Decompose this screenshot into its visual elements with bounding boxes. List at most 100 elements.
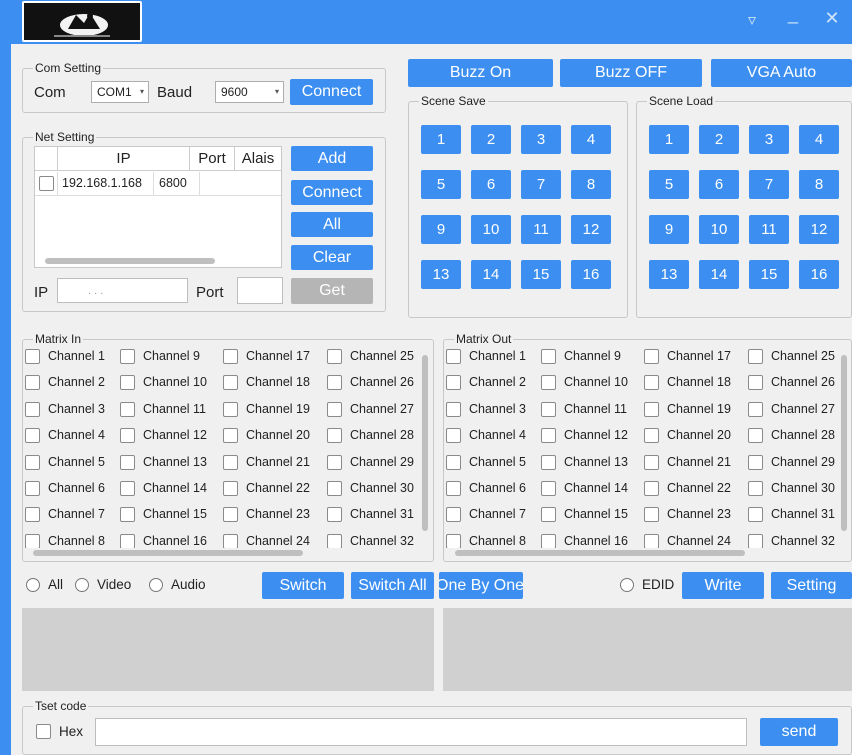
com-connect-button[interactable]: Connect: [290, 79, 373, 105]
matrix-out-channel-checkbox[interactable]: [541, 507, 556, 523]
scene-save-button-6[interactable]: 6: [471, 170, 511, 199]
scene-load-button-12[interactable]: 12: [799, 215, 839, 244]
scene-save-button-14[interactable]: 14: [471, 260, 511, 289]
scene-load-button-6[interactable]: 6: [699, 170, 739, 199]
dropdown-icon[interactable]: ▿: [737, 10, 767, 30]
matrix-out-channel-checkbox[interactable]: [748, 401, 763, 417]
scene-load-button-13[interactable]: 13: [649, 260, 689, 289]
scene-load-button-8[interactable]: 8: [799, 170, 839, 199]
matrix-out-channel-checkbox[interactable]: [541, 428, 556, 444]
test-code-input[interactable]: [95, 718, 747, 746]
matrix-in-channel-checkbox[interactable]: [327, 533, 342, 548]
scene-load-button-9[interactable]: 9: [649, 215, 689, 244]
net-connect-button[interactable]: Connect: [291, 180, 373, 205]
matrix-in-channel-checkbox[interactable]: [223, 533, 238, 548]
matrix-in-channel-checkbox[interactable]: [25, 481, 40, 496]
matrix-in-channel-checkbox[interactable]: [25, 401, 40, 417]
matrix-in-channel-checkbox[interactable]: [327, 349, 342, 364]
matrix-out-channel-checkbox[interactable]: [644, 454, 659, 470]
scene-save-button-12[interactable]: 12: [571, 215, 611, 244]
matrix-in-channel-checkbox[interactable]: [327, 507, 342, 523]
write-button[interactable]: Write: [682, 572, 764, 599]
scene-save-button-1[interactable]: 1: [421, 125, 461, 154]
matrix-out-channel-checkbox[interactable]: [748, 481, 763, 496]
matrix-out-channel-checkbox[interactable]: [748, 533, 763, 548]
matrix-out-channel-checkbox[interactable]: [644, 428, 659, 444]
scene-save-button-5[interactable]: 5: [421, 170, 461, 199]
scene-save-button-16[interactable]: 16: [571, 260, 611, 289]
matrix-out-channel-checkbox[interactable]: [748, 428, 763, 444]
radio-video[interactable]: [75, 578, 89, 592]
hex-checkbox[interactable]: [36, 724, 51, 739]
scene-save-button-15[interactable]: 15: [521, 260, 561, 289]
net-get-button[interactable]: Get: [291, 278, 373, 304]
matrix-in-channel-checkbox[interactable]: [120, 428, 135, 444]
matrix-out-channel-checkbox[interactable]: [446, 401, 461, 417]
row-checkbox[interactable]: [39, 176, 54, 191]
matrix-in-channel-checkbox[interactable]: [25, 375, 40, 391]
matrix-out-channel-checkbox[interactable]: [541, 349, 556, 364]
scene-save-button-8[interactable]: 8: [571, 170, 611, 199]
scene-load-button-11[interactable]: 11: [749, 215, 789, 244]
radio-audio[interactable]: [149, 578, 163, 592]
scene-save-button-2[interactable]: 2: [471, 125, 511, 154]
matrix-in-channel-checkbox[interactable]: [120, 454, 135, 470]
com-port-select[interactable]: COM1 ▾: [91, 81, 149, 103]
matrix-in-channel-checkbox[interactable]: [120, 401, 135, 417]
scene-load-button-2[interactable]: 2: [699, 125, 739, 154]
matrix-out-channel-checkbox[interactable]: [541, 454, 556, 470]
switch-button[interactable]: Switch: [262, 572, 344, 599]
scene-load-button-4[interactable]: 4: [799, 125, 839, 154]
matrix-in-channel-checkbox[interactable]: [327, 428, 342, 444]
matrix-out-vscrollbar[interactable]: [841, 355, 847, 531]
matrix-in-channel-checkbox[interactable]: [120, 481, 135, 496]
matrix-in-channel-checkbox[interactable]: [223, 401, 238, 417]
matrix-out-channel-checkbox[interactable]: [748, 507, 763, 523]
matrix-in-channel-checkbox[interactable]: [25, 454, 40, 470]
radio-all[interactable]: [26, 578, 40, 592]
scene-save-button-9[interactable]: 9: [421, 215, 461, 244]
net-table-hscrollbar[interactable]: [45, 258, 215, 264]
buzz-on-button[interactable]: Buzz On: [408, 59, 553, 87]
matrix-in-channel-checkbox[interactable]: [120, 507, 135, 523]
scene-load-button-3[interactable]: 3: [749, 125, 789, 154]
matrix-out-channel-checkbox[interactable]: [541, 533, 556, 548]
matrix-out-channel-checkbox[interactable]: [541, 481, 556, 496]
matrix-out-channel-checkbox[interactable]: [644, 533, 659, 548]
matrix-out-hscrollbar[interactable]: [455, 550, 745, 556]
scene-load-button-10[interactable]: 10: [699, 215, 739, 244]
matrix-in-channel-checkbox[interactable]: [223, 507, 238, 523]
setting-button[interactable]: Setting: [771, 572, 852, 599]
net-add-button[interactable]: Add: [291, 146, 373, 171]
matrix-out-channel-checkbox[interactable]: [446, 481, 461, 496]
matrix-out-channel-checkbox[interactable]: [748, 375, 763, 391]
matrix-in-channel-checkbox[interactable]: [327, 454, 342, 470]
matrix-out-channel-checkbox[interactable]: [748, 454, 763, 470]
matrix-out-channel-checkbox[interactable]: [644, 481, 659, 496]
scene-save-button-4[interactable]: 4: [571, 125, 611, 154]
matrix-out-channel-checkbox[interactable]: [446, 533, 461, 548]
send-button[interactable]: send: [760, 718, 838, 746]
matrix-in-channel-checkbox[interactable]: [120, 375, 135, 391]
scene-load-button-5[interactable]: 5: [649, 170, 689, 199]
scene-save-button-11[interactable]: 11: [521, 215, 561, 244]
matrix-in-channel-checkbox[interactable]: [25, 349, 40, 364]
matrix-out-channel-checkbox[interactable]: [446, 375, 461, 391]
matrix-in-hscrollbar[interactable]: [33, 550, 303, 556]
matrix-out-channel-checkbox[interactable]: [541, 401, 556, 417]
scene-load-button-16[interactable]: 16: [799, 260, 839, 289]
minimize-icon[interactable]: _: [778, 4, 808, 25]
matrix-out-channel-checkbox[interactable]: [446, 454, 461, 470]
port-input[interactable]: [237, 277, 283, 304]
matrix-out-channel-checkbox[interactable]: [541, 375, 556, 391]
matrix-in-channel-checkbox[interactable]: [25, 428, 40, 444]
matrix-in-vscrollbar[interactable]: [422, 355, 428, 531]
close-icon[interactable]: ✕: [817, 8, 847, 29]
ip-input[interactable]: . . .: [57, 278, 188, 303]
scene-save-button-13[interactable]: 13: [421, 260, 461, 289]
scene-load-button-14[interactable]: 14: [699, 260, 739, 289]
switch-all-button[interactable]: Switch All: [351, 572, 434, 599]
scene-save-button-10[interactable]: 10: [471, 215, 511, 244]
matrix-out-channel-checkbox[interactable]: [446, 349, 461, 364]
matrix-in-channel-checkbox[interactable]: [120, 533, 135, 548]
